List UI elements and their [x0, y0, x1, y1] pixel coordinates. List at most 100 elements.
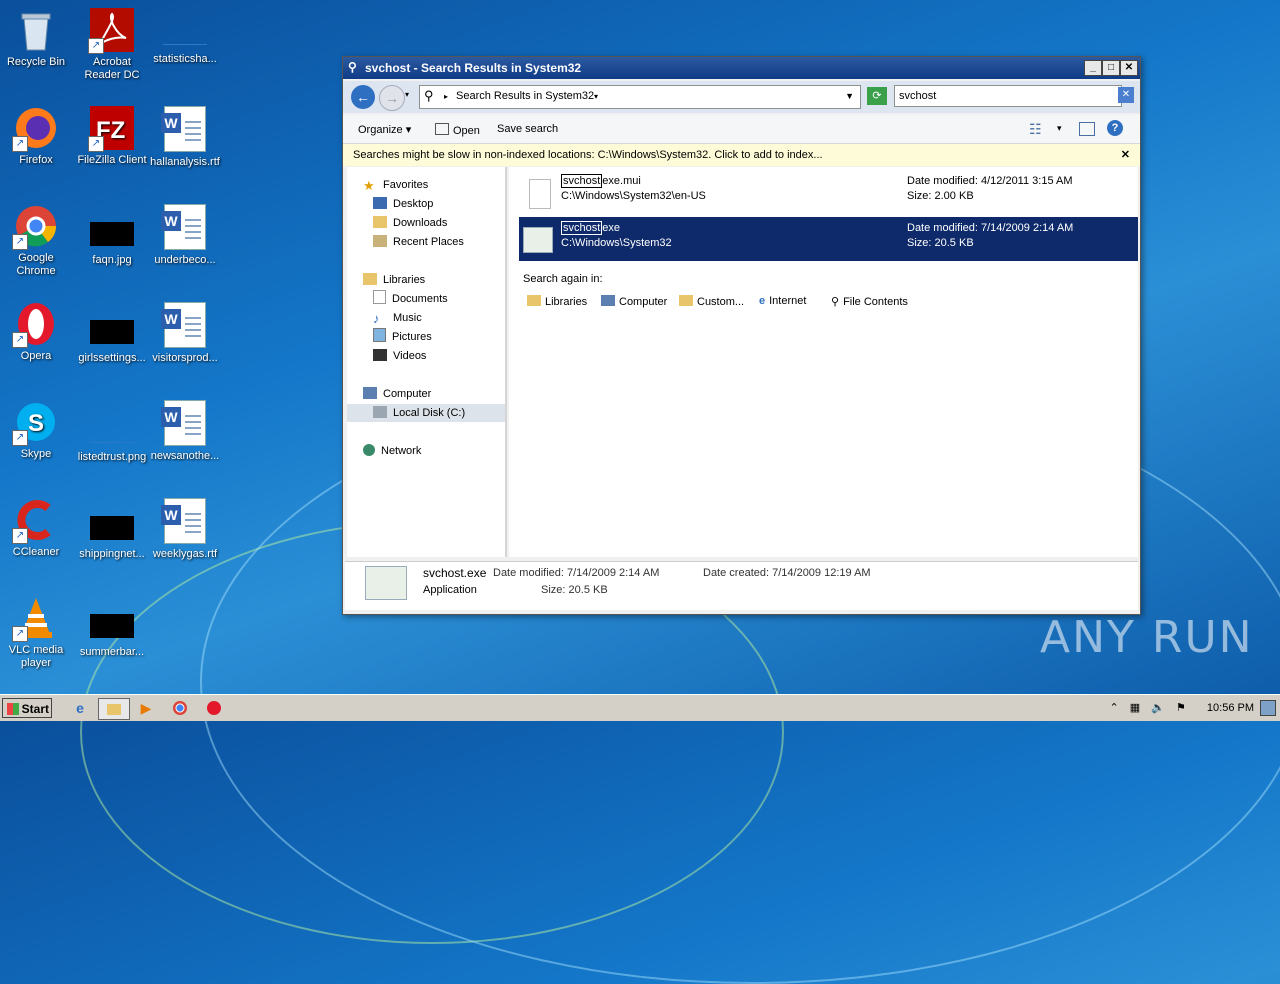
media-player-icon[interactable]: ▶ [136, 698, 156, 718]
result-size: Size: 2.00 KB [907, 190, 974, 202]
desktop-icon-newsanothe[interactable]: W newsanothe... [149, 400, 221, 463]
icon-label: summerbar... [79, 646, 145, 658]
desktop-icon-vlc[interactable]: ↗ VLC media player [0, 596, 72, 670]
address-bar-row: ← → ▾ ⚲ ▸ Search Results in System32 ▾ ▼… [343, 81, 1140, 113]
details-created-value: 7/14/2009 12:19 AM [772, 567, 871, 579]
desktop-icon-ccleaner[interactable]: ↗ CCleaner [0, 498, 72, 559]
search-again-file-contents[interactable]: ⚲ File Contents [831, 295, 908, 308]
desktop-icon-chrome[interactable]: ↗ Google Chrome [0, 204, 72, 278]
breadcrumb-dropdown-icon[interactable]: ▾ [594, 92, 598, 101]
clock[interactable]: 10:56 PM [1207, 702, 1254, 714]
computer-icon [363, 387, 377, 399]
music-icon: ♪ [373, 311, 380, 326]
internet-explorer-icon[interactable]: e [70, 698, 90, 718]
filezilla-icon: FZ ↗ [88, 106, 134, 152]
windows-logo-icon [7, 703, 19, 715]
search-again-computer[interactable]: Computer [601, 295, 667, 308]
view-dropdown-icon[interactable]: ▾ [1057, 123, 1062, 134]
chrome-icon[interactable] [170, 698, 190, 718]
title-bar[interactable]: ⚲ svchost - Search Results in System32 _… [343, 57, 1140, 79]
desktop-icon-recycle-bin[interactable]: Recycle Bin [0, 8, 72, 69]
explorer-taskbar-button[interactable] [98, 698, 130, 720]
icon-label: CCleaner [12, 546, 60, 558]
maximize-button[interactable]: □ [1102, 60, 1120, 76]
search-input[interactable]: svchost [894, 85, 1122, 107]
address-dropdown-icon[interactable]: ▼ [845, 91, 854, 101]
desktop-icon-faqn[interactable]: faqn.jpg [76, 210, 148, 267]
organize-button[interactable]: Organize ▾ [358, 123, 411, 136]
clear-search-icon[interactable]: ✕ [1118, 87, 1134, 103]
chrome-icon: ↗ [12, 204, 58, 250]
save-search-button[interactable]: Save search [497, 123, 558, 135]
desktop-icon-acrobat[interactable]: ↗ Acrobat Reader DC [76, 8, 148, 82]
desktop-icon-statisticsha[interactable]: statisticsha... [149, 8, 221, 66]
desktop-icon-hallanalysis[interactable]: W hallanalysis.rtf [149, 106, 221, 169]
nav-network[interactable]: Network [363, 442, 421, 460]
nav-local-disk[interactable]: Local Disk (C:) [347, 404, 505, 422]
network-icon[interactable]: ▦ [1130, 702, 1140, 714]
info-bar[interactable]: Searches might be slow in non-indexed lo… [343, 144, 1140, 166]
option-label: Custom... [697, 296, 745, 308]
word-document-icon: W [161, 204, 206, 250]
forward-button[interactable]: → [379, 85, 405, 111]
result-item-selected[interactable]: svchost exe C:\Windows\System32 Date modi… [519, 217, 1138, 261]
nav-favorites[interactable]: ★ Favorites [363, 176, 428, 194]
back-button[interactable]: ← [351, 85, 375, 109]
help-icon[interactable]: ? [1107, 120, 1123, 136]
close-info-bar-icon[interactable]: ✕ [1121, 144, 1130, 166]
nav-documents[interactable]: Documents [373, 290, 448, 308]
file-thumbnail [163, 20, 207, 45]
result-item[interactable]: svchost exe.mui C:\Windows\System32\en-US… [519, 173, 1138, 217]
desktop-icon-firefox[interactable]: ↗ Firefox [0, 106, 72, 167]
pane-splitter[interactable] [505, 167, 507, 557]
skype-icon: S ↗ [12, 400, 58, 446]
nav-recent-places[interactable]: Recent Places [373, 233, 464, 251]
internet-explorer-icon: e [759, 295, 766, 307]
watermark-logo: ANY RUN [1040, 612, 1254, 663]
show-desktop-button[interactable] [1260, 700, 1276, 716]
search-again-internet[interactable]: e Internet [759, 295, 806, 307]
address-box[interactable]: ⚲ ▸ Search Results in System32 ▾ ▼ [419, 85, 861, 109]
icon-label: underbeco... [154, 254, 216, 266]
minimize-button[interactable]: _ [1084, 60, 1102, 76]
opera-icon[interactable] [204, 698, 224, 718]
desktop-icon-weeklygas[interactable]: W weeklygas.rtf [149, 498, 221, 561]
desktop-icon-filezilla[interactable]: FZ ↗ FileZilla Client [76, 106, 148, 167]
preview-pane-icon[interactable] [1079, 122, 1095, 136]
computer-icon [601, 295, 615, 306]
show-hidden-icons-icon[interactable]: ⌃ [1109, 702, 1118, 714]
open-button[interactable]: Open [435, 123, 480, 137]
view-options-icon[interactable]: ☷ [1029, 121, 1042, 138]
nav-downloads[interactable]: Downloads [373, 214, 447, 232]
flag-icon[interactable]: ⚑ [1176, 702, 1186, 714]
nav-label: Documents [392, 293, 448, 305]
nav-videos[interactable]: Videos [373, 347, 426, 365]
application-icon [523, 227, 553, 253]
desktop-icon-girlssettings[interactable]: girlssettings... [76, 308, 148, 365]
folder-icon [107, 704, 121, 715]
desktop-icon-underbeco[interactable]: W underbeco... [149, 204, 221, 267]
history-dropdown-icon[interactable]: ▾ [405, 90, 409, 99]
nav-desktop[interactable]: Desktop [373, 195, 433, 213]
refresh-icon[interactable]: ⟳ [867, 87, 887, 105]
start-button[interactable]: Start [2, 698, 52, 718]
nav-computer[interactable]: Computer [363, 385, 431, 403]
search-again-libraries[interactable]: Libraries [527, 295, 587, 308]
desktop-icon-visitorsprod[interactable]: W visitorsprod... [149, 302, 221, 365]
close-button[interactable]: ✕ [1120, 60, 1138, 76]
desktop-icon-listedtrust[interactable]: listedtrust.png [76, 406, 148, 464]
word-document-icon: W [161, 498, 206, 544]
desktop-icon-skype[interactable]: S ↗ Skype [0, 400, 72, 461]
search-again-custom[interactable]: Custom... [679, 295, 744, 308]
search-icon: ⚲ [348, 60, 357, 74]
desktop-icon-shippingnet[interactable]: shippingnet... [76, 504, 148, 561]
desktop-icon-summerbar[interactable]: summerbar... [76, 602, 148, 659]
desktop-icon-opera[interactable]: ↗ Opera [0, 302, 72, 363]
volume-icon[interactable]: 🔈 [1151, 702, 1165, 714]
nav-music[interactable]: ♪ Music [373, 309, 422, 327]
nav-pictures[interactable]: Pictures [373, 328, 432, 346]
shortcut-arrow-icon: ↗ [12, 332, 28, 348]
icon-label: hallanalysis.rtf [150, 156, 220, 168]
details-size-value: 20.5 KB [568, 584, 608, 596]
nav-libraries[interactable]: Libraries [363, 271, 425, 289]
